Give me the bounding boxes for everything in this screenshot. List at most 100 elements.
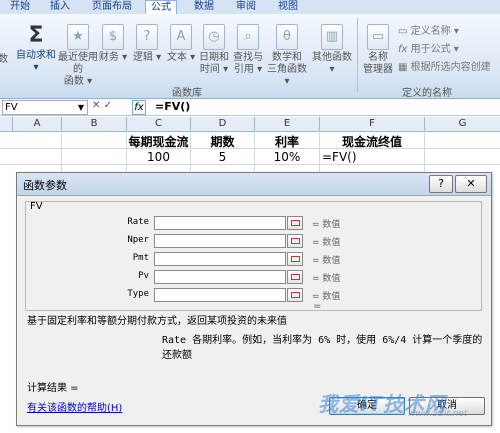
column-header[interactable]: A xyxy=(13,117,62,131)
datetime-label-1: 日期和 xyxy=(199,52,229,63)
dialog-title: 函数参数 xyxy=(23,179,67,192)
range-picker-icon[interactable] xyxy=(287,270,303,284)
name-box[interactable]: FV ▼ xyxy=(2,100,88,115)
range-picker-icon[interactable] xyxy=(287,252,303,266)
type-input[interactable] xyxy=(154,288,286,302)
lookup-button[interactable]: ⌕ 查找与 引用 ▾ xyxy=(232,24,264,76)
cell-value[interactable]: 100 xyxy=(127,150,190,164)
more-functions-label: 其他函数 xyxy=(312,52,352,63)
range-picker-icon[interactable] xyxy=(287,288,303,302)
grid-small-icon: ▦ xyxy=(398,62,411,73)
theta-book-icon: θ xyxy=(276,24,298,50)
cell-value[interactable]: 10% xyxy=(255,150,319,164)
tab-page-layout[interactable]: 页面布局 xyxy=(88,0,136,14)
column-header[interactable]: C xyxy=(127,117,191,131)
financial-button[interactable]: $ 财务 ▾ xyxy=(98,24,128,64)
tab-view[interactable]: 视图 xyxy=(274,0,302,14)
function-description: 基于固定利率和等额分期付款方式，返回某项投资的未来值 xyxy=(27,316,287,327)
more-functions-button[interactable]: ▥ 其他函数 ▾ xyxy=(310,24,354,76)
select-all-corner[interactable] xyxy=(0,117,13,131)
formula-text[interactable]: =FV() xyxy=(155,100,190,114)
ribbon-panel: 数 Σ 自动求和 ▾ ★ 最近使用的 函数 ▾ $ 财务 ▾ ? 逻辑 ▾ A … xyxy=(0,14,500,99)
arg-value-hint: = 数值 xyxy=(312,238,341,248)
financial-label: 财务 xyxy=(98,52,119,63)
watermark-url: www.52it.net xyxy=(408,409,468,419)
tab-insert[interactable]: 插入 xyxy=(46,0,74,14)
name-tag-icon: ▭ xyxy=(367,24,389,50)
logical-button[interactable]: ? 逻辑 ▾ xyxy=(132,24,162,64)
lookup-label-1: 查找与 xyxy=(233,52,263,63)
clock-book-icon: ◷ xyxy=(203,24,225,50)
datetime-button[interactable]: ◷ 日期和 时间 ▾ xyxy=(198,24,230,76)
cell-header[interactable]: 现金流终值 xyxy=(320,133,424,150)
define-name-icon: ▭ xyxy=(398,26,411,37)
rate-input[interactable] xyxy=(154,216,286,230)
column-divider xyxy=(424,131,425,173)
arg-label: Pmt xyxy=(132,253,149,263)
sigma-icon: Σ xyxy=(28,23,44,48)
function-name: FV xyxy=(30,201,43,212)
cancel-edit-icon[interactable]: ✕ xyxy=(92,100,100,111)
recent-functions-button[interactable]: ★ 最近使用的 函数 ▾ xyxy=(58,24,98,88)
enter-edit-icon[interactable]: ✓ xyxy=(104,100,112,111)
lookup-book-icon: ⌕ xyxy=(237,24,259,50)
insert-function-button[interactable]: 数 xyxy=(0,54,10,66)
create-from-selection-button[interactable]: ▦ 根据所选内容创建 xyxy=(398,58,491,73)
range-picker-icon[interactable] xyxy=(287,234,303,248)
function-library-label: 函数库 xyxy=(172,88,202,99)
arg-label: Nper xyxy=(127,235,149,245)
tab-home[interactable]: 开始 xyxy=(6,0,34,14)
tab-formulas[interactable]: 公式 xyxy=(145,0,177,14)
cell-header[interactable]: 期数 xyxy=(191,133,254,150)
name-manager-label-2: 管理器 xyxy=(363,64,393,75)
autosum-button[interactable]: Σ 自动求和 ▾ xyxy=(14,24,58,74)
column-divider xyxy=(61,131,62,173)
text-book-icon: A xyxy=(170,24,192,50)
books-icon: ▥ xyxy=(321,24,343,50)
range-picker-icon[interactable] xyxy=(287,216,303,230)
math-trig-button[interactable]: θ 数学和 三角函数 ▾ xyxy=(266,24,308,88)
cell-value[interactable]: 5 xyxy=(191,150,254,164)
dialog-title-bar[interactable]: 函数参数 ? ✕ xyxy=(17,173,491,196)
chevron-down-icon: ▼ xyxy=(77,103,84,112)
tab-review[interactable]: 审阅 xyxy=(232,0,260,14)
fx-small-icon: fx xyxy=(398,44,411,55)
arg-row-type: Type = 数值 xyxy=(26,288,481,302)
nper-input[interactable] xyxy=(154,234,286,248)
pmt-input[interactable] xyxy=(154,252,286,266)
cell-active-formula[interactable]: =FV() xyxy=(322,150,422,164)
formula-result-equals: = xyxy=(313,301,322,312)
cell-header[interactable]: 每期现金流 xyxy=(127,133,190,150)
datetime-label-2: 时间 xyxy=(199,64,220,75)
pv-input[interactable] xyxy=(154,270,286,284)
logical-book-icon: ? xyxy=(136,24,158,50)
tab-data[interactable]: 数据 xyxy=(190,0,218,14)
star-book-icon: ★ xyxy=(67,24,89,50)
column-header[interactable]: G xyxy=(425,117,500,131)
arg-label: Type xyxy=(127,289,149,299)
arg-row-rate: Rate = 数值 xyxy=(26,216,481,230)
use-in-formula-button[interactable]: fx 用于公式 ▾ xyxy=(398,40,459,55)
close-button[interactable]: ✕ xyxy=(455,175,487,193)
column-header-row: A B C D E F G xyxy=(0,117,500,132)
name-manager-button[interactable]: ▭ 名称 管理器 xyxy=(360,24,396,76)
recent-label-2: 函数 xyxy=(63,76,84,87)
arg-label: Pv xyxy=(138,271,149,281)
column-header[interactable]: B xyxy=(62,117,127,131)
text-button[interactable]: A 文本 ▾ xyxy=(166,24,196,64)
function-help-link[interactable]: 有关该函数的帮助(H) xyxy=(27,399,122,414)
column-header[interactable]: D xyxy=(191,117,255,131)
logical-label: 逻辑 xyxy=(132,52,153,63)
row-divider xyxy=(0,164,500,165)
arg-label: Rate xyxy=(127,217,149,227)
ribbon-tab-bar: 开始 插入 页面布局 公式 数据 审阅 视图 xyxy=(0,0,500,14)
column-header[interactable]: F xyxy=(320,117,425,131)
lookup-label-2: 引用 xyxy=(233,64,254,75)
text-label: 文本 xyxy=(166,52,187,63)
help-button[interactable]: ? xyxy=(429,175,453,193)
insert-function-fx-button[interactable]: fx xyxy=(132,100,146,115)
formula-edit-buttons: ✕ ✓ xyxy=(92,100,112,111)
cell-header[interactable]: 利率 xyxy=(255,133,319,150)
define-name-button[interactable]: ▭ 定义名称 ▾ xyxy=(398,22,459,37)
column-header[interactable]: E xyxy=(255,117,320,131)
